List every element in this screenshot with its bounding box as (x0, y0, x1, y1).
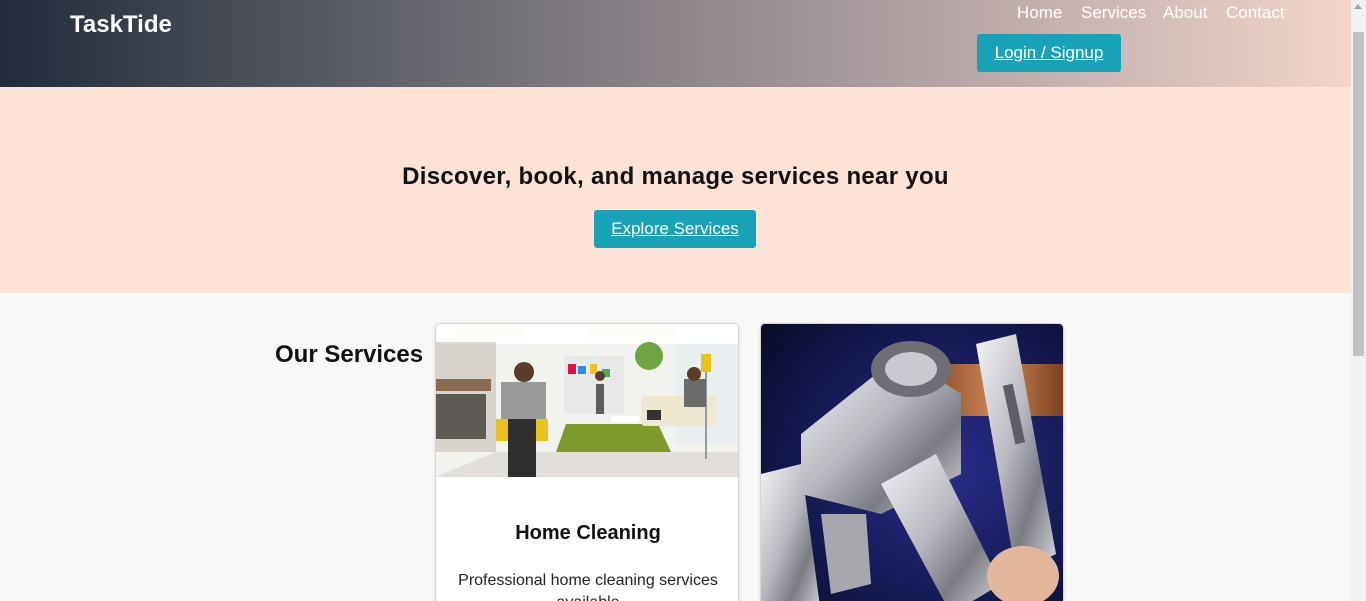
explore-services-button[interactable]: Explore Services (594, 210, 756, 248)
hero-title: Discover, book, and manage services near… (402, 163, 949, 190)
scroll-up-arrow-icon[interactable] (1354, 4, 1362, 9)
nav-services-link[interactable]: Services (1081, 3, 1146, 23)
service-card-description: Professional home cleaning services avai… (458, 572, 718, 601)
page: TaskTide Home Services About Contact Log… (0, 0, 1366, 601)
service-card-plumbing[interactable] (760, 323, 1064, 601)
home-cleaning-image (436, 324, 738, 477)
services-section: Our Services Home Cleaning Professional … (0, 293, 1351, 601)
hero-section: Discover, book, and manage services near… (0, 87, 1351, 293)
brand-logo[interactable]: TaskTide (70, 11, 172, 39)
services-heading: Our Services (275, 341, 424, 368)
service-card-title: Home Cleaning (515, 522, 661, 544)
scroll-thumb[interactable] (1353, 32, 1364, 356)
service-card-home-cleaning[interactable]: Home Cleaning Professional home cleaning… (435, 323, 739, 601)
nav-about-link[interactable]: About (1163, 3, 1207, 23)
nav-home-link[interactable]: Home (1017, 3, 1062, 23)
site-header: TaskTide Home Services About Contact Log… (0, 0, 1351, 87)
nav-contact-link[interactable]: Contact (1226, 3, 1285, 23)
plumbing-wrench-image (761, 324, 1063, 601)
page-scrollbar[interactable] (1351, 0, 1366, 601)
login-signup-button[interactable]: Login / Signup (977, 34, 1121, 72)
